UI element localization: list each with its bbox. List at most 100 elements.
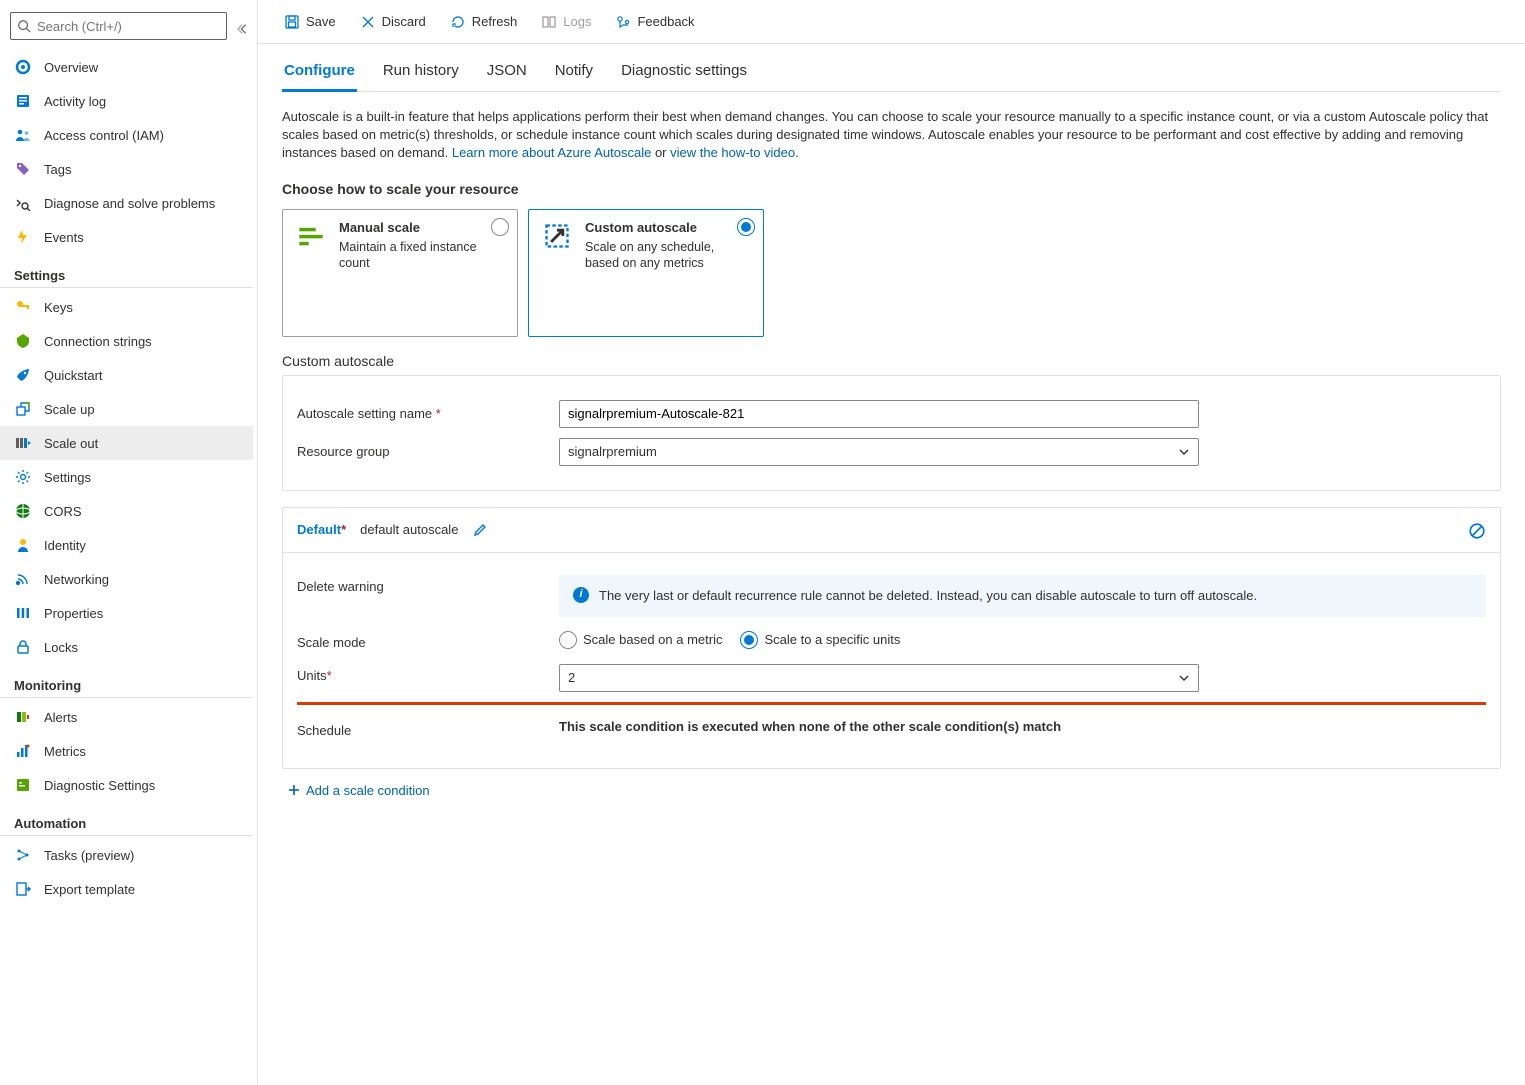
autoscale-name-input[interactable] [559, 400, 1199, 428]
main: Save Discard Refresh Logs Feedback [258, 0, 1525, 1085]
nav-section-settings: Settings [0, 254, 253, 288]
feedback-label: Feedback [637, 14, 694, 29]
disable-condition-icon[interactable] [1468, 522, 1486, 540]
discard-button[interactable]: Discard [350, 10, 436, 34]
refresh-button[interactable]: Refresh [440, 10, 528, 34]
sidebar-item-connection-strings[interactable]: Connection strings [0, 324, 253, 358]
locks-icon [14, 639, 32, 655]
sidebar-item-identity[interactable]: Identity [0, 528, 253, 562]
sidebar-item-label: Tags [44, 162, 71, 177]
units-label: Units* [297, 664, 547, 683]
sidebar-item-label: Activity log [44, 94, 106, 109]
feedback-icon [615, 14, 631, 30]
sidebar-item-scale-up[interactable]: Scale up [0, 392, 253, 426]
search-box[interactable] [10, 12, 227, 40]
custom-autoscale-radio[interactable] [737, 218, 755, 236]
sidebar-item-quickstart[interactable]: Quickstart [0, 358, 253, 392]
sidebar-item-metrics[interactable]: Metrics [0, 734, 253, 768]
autoscale-description: Autoscale is a built-in feature that hel… [282, 108, 1501, 163]
sidebar-item-keys[interactable]: Keys [0, 290, 253, 324]
cors-icon [14, 503, 32, 519]
sidebar-item-label: Access control (IAM) [44, 128, 164, 143]
properties-icon [14, 605, 32, 621]
choose-how-heading: Choose how to scale your resource [282, 181, 1501, 197]
toolbar: Save Discard Refresh Logs Feedback [258, 0, 1525, 44]
condition-name: default autoscale [360, 522, 458, 537]
sidebar: Overview Activity log Access control (IA… [0, 0, 258, 1085]
nav-sections: Settings Keys Connection strings Quickst… [0, 254, 253, 906]
sidebar-item-label: Alerts [44, 710, 77, 725]
nav-section-automation: Automation [0, 802, 253, 836]
discard-label: Discard [382, 14, 426, 29]
sidebar-item-overview[interactable]: Overview [0, 50, 253, 84]
sidebar-item-networking[interactable]: Networking [0, 562, 253, 596]
save-icon [284, 14, 300, 30]
sidebar-item-label: Diagnose and solve problems [44, 196, 215, 211]
sidebar-item-label: Locks [44, 640, 78, 655]
description-or: or [655, 145, 670, 160]
tasks-icon [14, 847, 32, 863]
condition-body: Delete warning i The very last or defaul… [283, 552, 1500, 768]
sidebar-item-label: Properties [44, 606, 103, 621]
collapse-sidebar-icon[interactable] [235, 22, 253, 36]
export-template-icon [14, 881, 32, 897]
sidebar-item-label: Events [44, 230, 84, 245]
scale-mode-specific-option[interactable]: Scale to a specific units [740, 631, 900, 649]
discard-icon [360, 14, 376, 30]
autoscale-name-label: Autoscale setting name * [297, 406, 547, 421]
sidebar-item-activity-log[interactable]: Activity log [0, 84, 253, 118]
condition-header: Default* default autoscale [283, 508, 1500, 552]
scale-mode-radio-group: Scale based on a metric Scale to a speci… [559, 631, 900, 649]
manual-scale-radio[interactable] [491, 218, 509, 236]
scale-up-icon [14, 401, 32, 417]
scale-out-icon [14, 435, 32, 451]
sidebar-item-alerts[interactable]: Alerts [0, 700, 253, 734]
units-select[interactable]: 2 [559, 664, 1199, 692]
schedule-text: This scale condition is executed when no… [559, 719, 1061, 734]
tab-bar: Configure Run history JSON Notify Diagnostic… [282, 44, 1501, 92]
feedback-button[interactable]: Feedback [605, 10, 704, 34]
sidebar-item-settings[interactable]: Settings [0, 460, 253, 494]
sidebar-item-cors[interactable]: CORS [0, 494, 253, 528]
tab-diagnostic-settings[interactable]: Diagnostic settings [619, 56, 749, 91]
edit-condition-icon[interactable] [472, 522, 488, 538]
add-scale-condition-button[interactable]: Add a scale condition [282, 783, 1501, 798]
save-button[interactable]: Save [274, 10, 346, 34]
resource-group-select[interactable]: signalrpremium [559, 438, 1199, 466]
search-input[interactable] [37, 19, 220, 34]
description-period: . [795, 145, 799, 160]
sidebar-item-scale-out[interactable]: Scale out [0, 426, 253, 460]
custom-autoscale-card[interactable]: Custom autoscale Scale on any schedule, … [528, 209, 764, 337]
tab-json[interactable]: JSON [485, 56, 529, 91]
delete-warning-text: The very last or default recurrence rule… [599, 587, 1257, 605]
refresh-label: Refresh [472, 14, 518, 29]
sidebar-item-access-control-iam-[interactable]: Access control (IAM) [0, 118, 253, 152]
delete-warning-label: Delete warning [297, 575, 547, 594]
sidebar-item-tasks-preview-[interactable]: Tasks (preview) [0, 838, 253, 872]
networking-icon [14, 571, 32, 587]
sidebar-item-export-template[interactable]: Export template [0, 872, 253, 906]
events-icon [14, 229, 32, 245]
save-label: Save [306, 14, 336, 29]
learn-more-link[interactable]: Learn more about Azure Autoscale [452, 145, 651, 160]
sidebar-item-events[interactable]: Events [0, 220, 253, 254]
sidebar-item-diagnose-and-solve-problems[interactable]: Diagnose and solve problems [0, 186, 253, 220]
sidebar-item-label: Scale out [44, 436, 98, 451]
search-icon [17, 19, 31, 33]
sidebar-item-locks[interactable]: Locks [0, 630, 253, 664]
tab-notify[interactable]: Notify [553, 56, 595, 91]
delete-warning-callout: i The very last or default recurrence ru… [559, 575, 1486, 617]
metrics-icon [14, 743, 32, 759]
sidebar-item-tags[interactable]: Tags [0, 152, 253, 186]
tab-run-history[interactable]: Run history [381, 56, 461, 91]
manual-scale-card[interactable]: Manual scale Maintain a fixed instance c… [282, 209, 518, 337]
add-condition-label: Add a scale condition [306, 783, 430, 798]
quickstart-icon [14, 367, 32, 383]
tab-configure[interactable]: Configure [282, 56, 357, 92]
sidebar-item-properties[interactable]: Properties [0, 596, 253, 630]
scale-mode-specific-label: Scale to a specific units [764, 632, 900, 647]
howto-video-link[interactable]: view the how-to video [670, 145, 795, 160]
sidebar-item-diagnostic-settings[interactable]: Diagnostic Settings [0, 768, 253, 802]
scale-mode-metric-option[interactable]: Scale based on a metric [559, 631, 722, 649]
resource-group-value: signalrpremium [568, 444, 657, 459]
